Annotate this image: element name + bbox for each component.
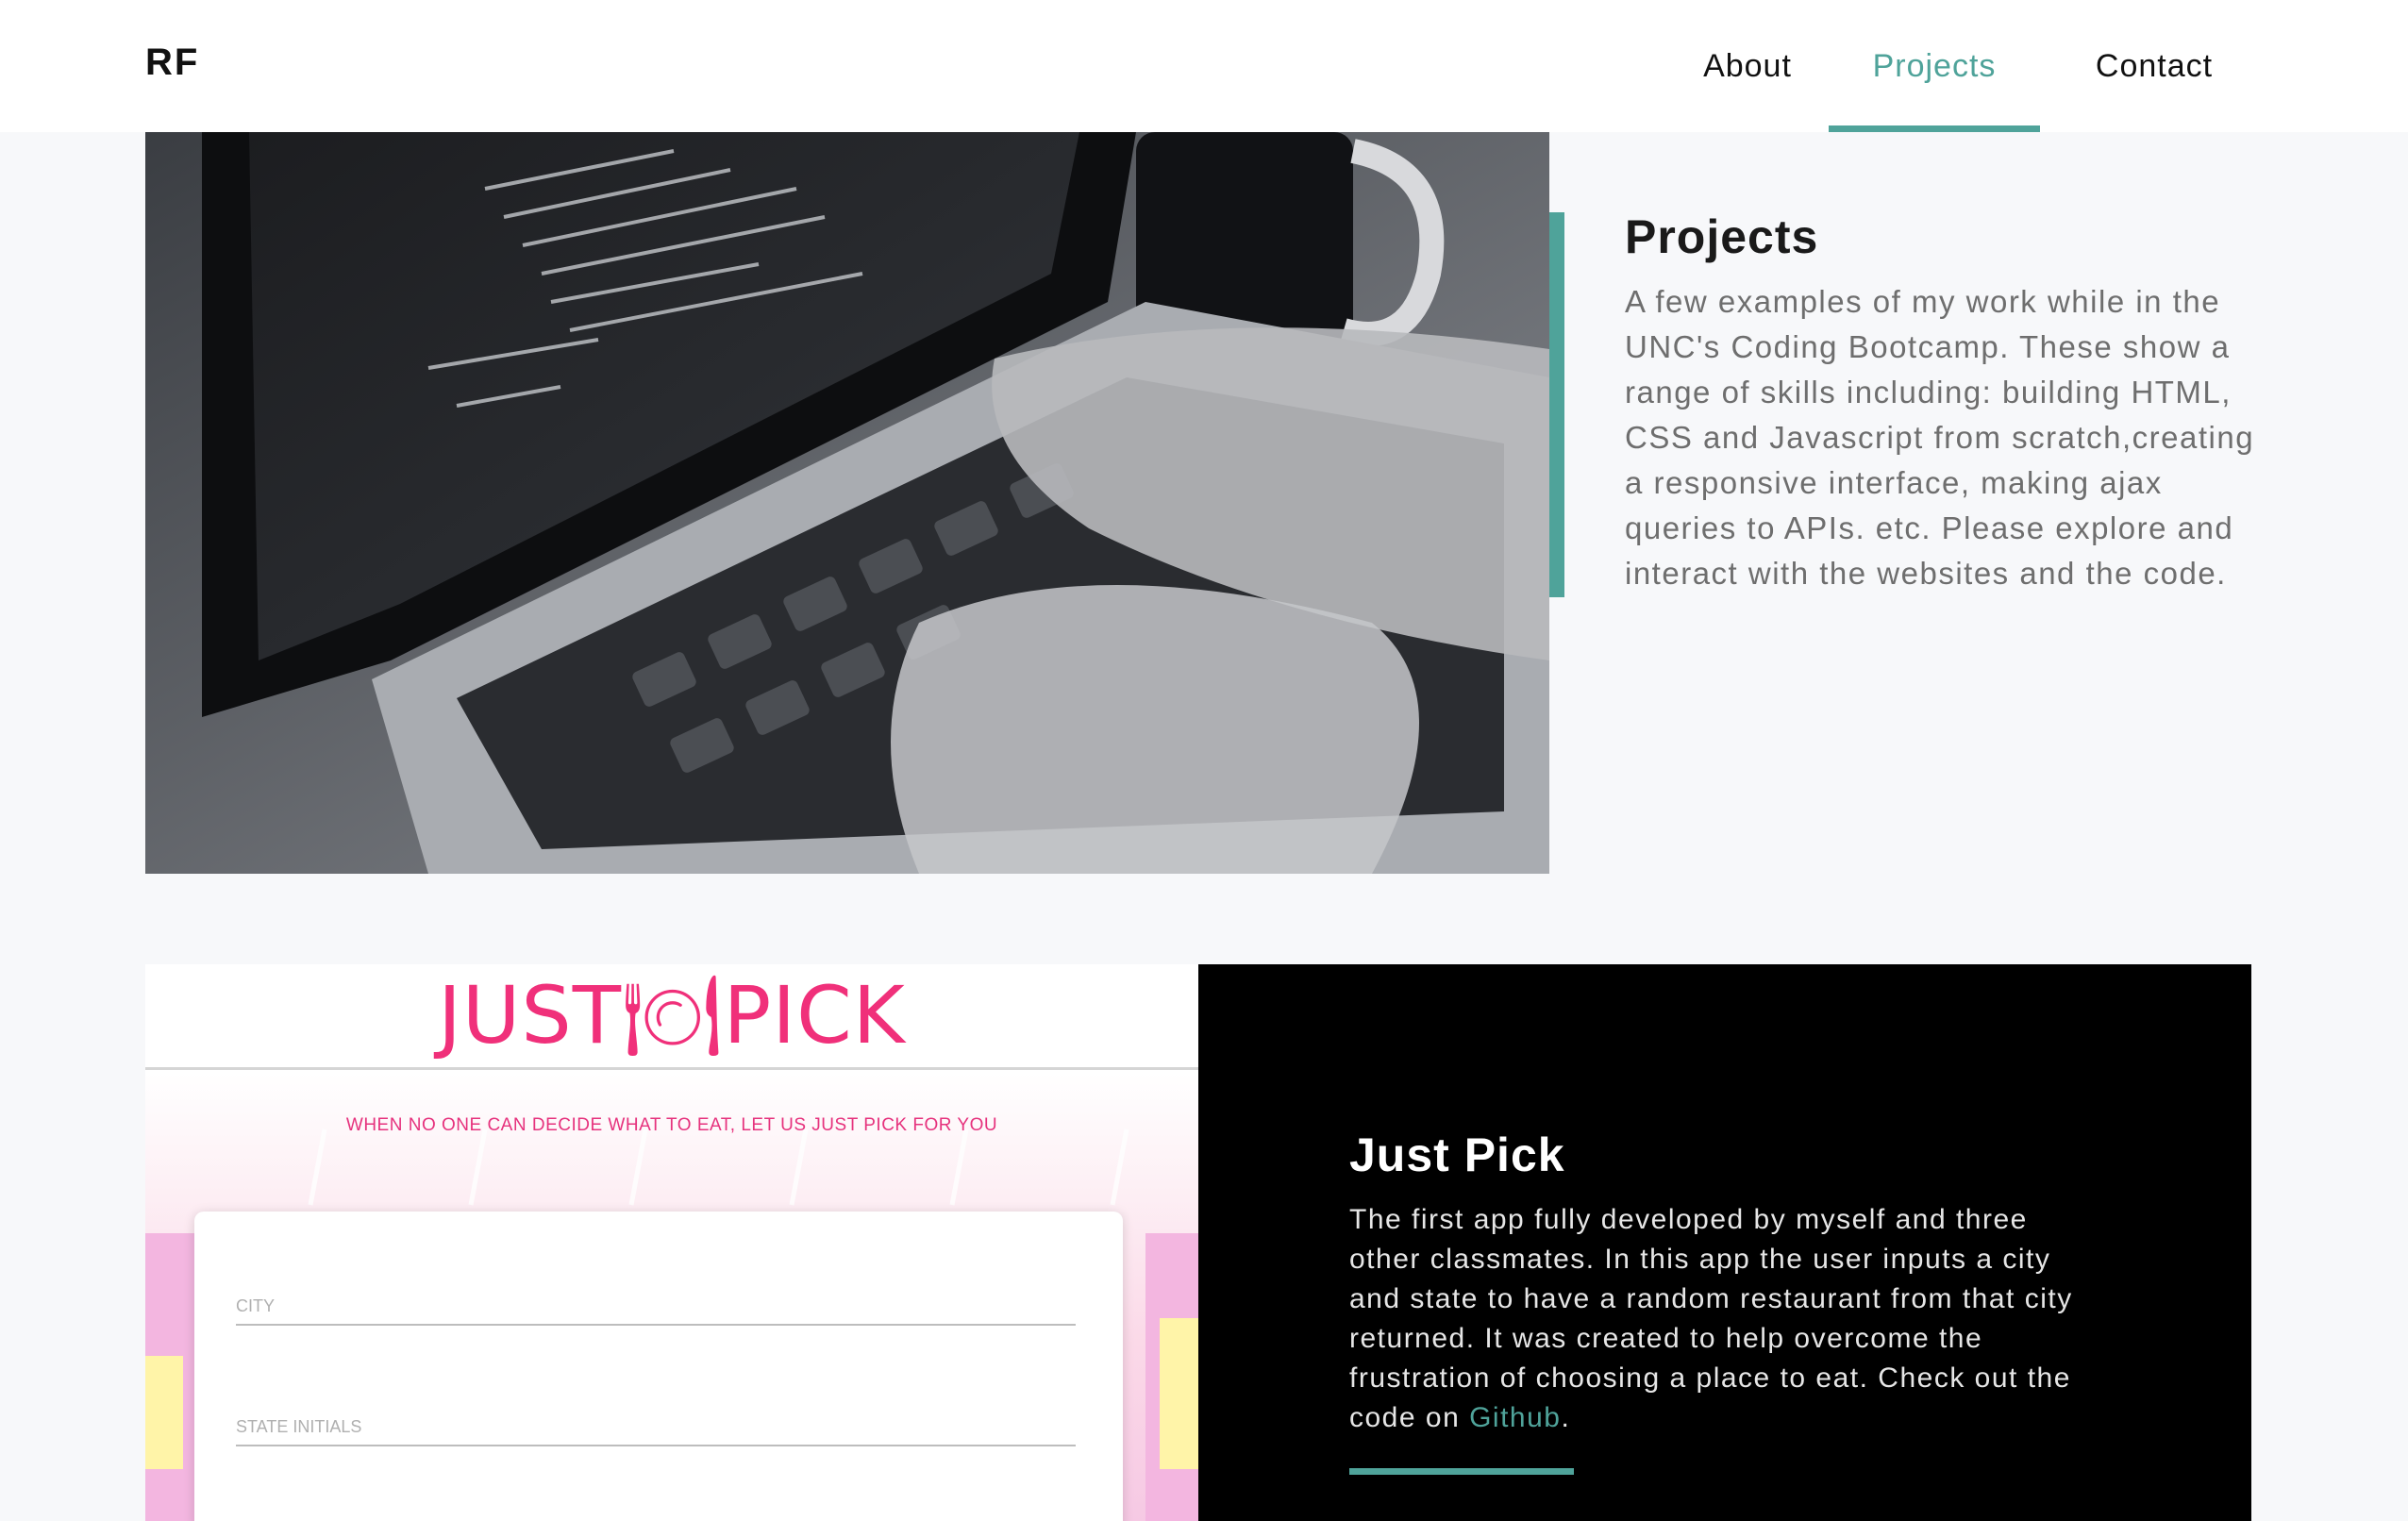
project-title: Just Pick [1349,1128,1565,1181]
github-link[interactable]: Github [1469,1402,1561,1433]
intro-description: A few examples of my work while in the U… [1625,284,2255,591]
just-pick-screenshot[interactable]: JUST🍽PICK WHEN NO ONE CAN DECIDE WHAT TO… [145,964,1198,1521]
project-accent-rule [1349,1468,1574,1475]
top-nav: RF About Projects Contact [0,0,2408,132]
laptop-illustration [145,132,1549,874]
just-pick-tagline: WHEN NO ONE CAN DECIDE WHAT TO EAT, LET … [345,1115,998,1135]
hero-laptop-photo [145,132,1549,874]
state-field[interactable]: STATE INITIALS [236,1417,1076,1446]
project-description-end: . [1561,1402,1571,1433]
just-pick-logo: JUST🍽PICK [438,969,906,1061]
nav-contact[interactable]: Contact [2061,0,2248,132]
site-logo[interactable]: RF [145,42,199,84]
intro-title: Projects [1625,210,1819,263]
project-description-text: The first app fully developed by myself … [1349,1204,2073,1433]
nav-about[interactable]: About [1681,0,1814,132]
intro-accent-bar [1549,212,1564,597]
nav-projects[interactable]: Projects [1829,0,2040,132]
just-pick-form: CITY STATE INITIALS [194,1212,1123,1521]
project-description: The first app fully developed by myself … [1349,1200,2085,1438]
just-pick-header: JUST🍽PICK [145,964,1198,1070]
city-field[interactable]: CITY [236,1296,1076,1326]
